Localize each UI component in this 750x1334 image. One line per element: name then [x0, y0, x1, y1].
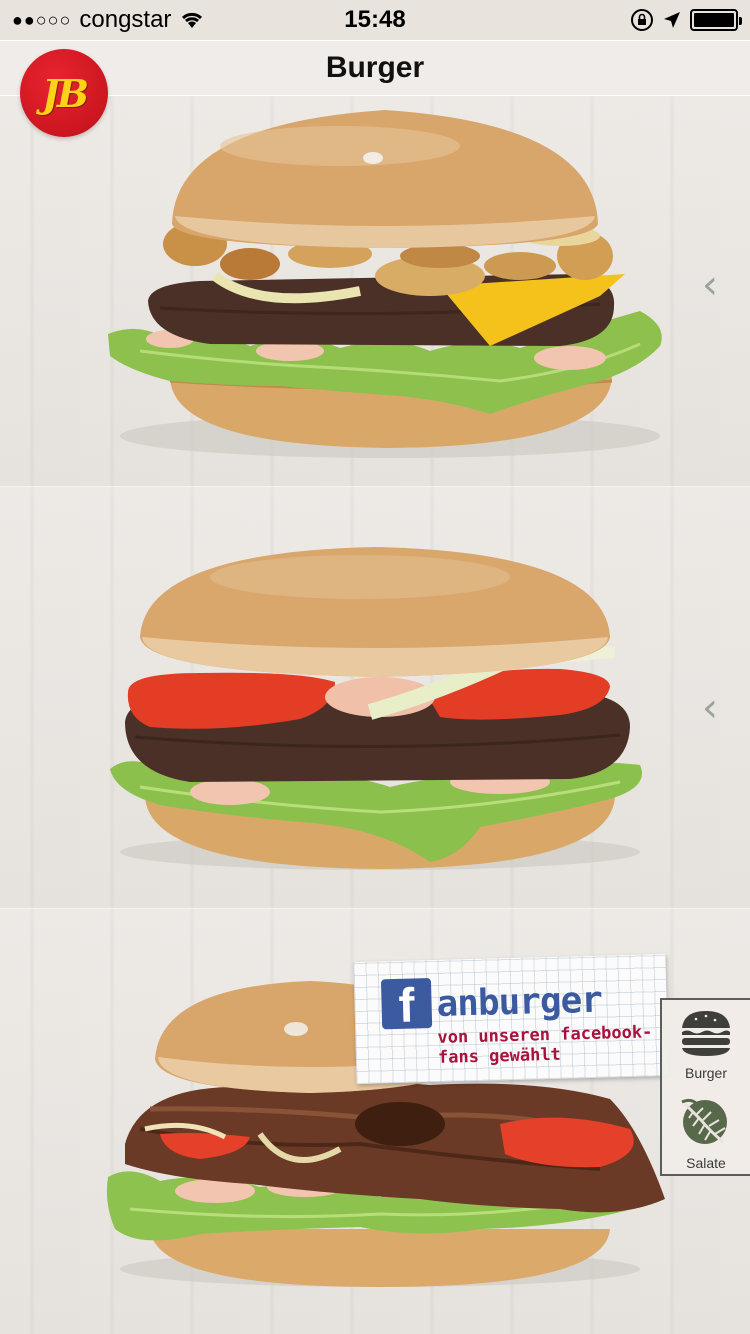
fanburger-subtitle: von unseren facebook-fans gewählt	[437, 1022, 653, 1068]
side-menu-label-burger: Burger	[684, 1065, 728, 1081]
salad-leaf-icon	[681, 1098, 727, 1144]
burger-panel-tomato[interactable]: ‹	[0, 486, 750, 908]
location-arrow-icon	[664, 12, 680, 28]
battery-icon	[690, 9, 742, 31]
swipe-left-chevron-icon[interactable]: ‹	[702, 265, 722, 305]
page-title: Burger	[325, 51, 425, 84]
category-side-menu: Burger Salate	[660, 998, 750, 1176]
orientation-lock-icon	[631, 9, 653, 31]
carrier-name: congstar	[79, 6, 172, 33]
fanburger-label[interactable]: f anburger von unseren facebook-fans gew…	[353, 953, 669, 1085]
burger-icon	[682, 1011, 730, 1056]
navigation-bar: Burger	[0, 40, 750, 96]
side-menu-item-salate[interactable]: Salate	[662, 1096, 750, 1171]
burger-panel-mushroom[interactable]: ‹	[0, 96, 750, 486]
status-bar: ●●○○○ congstar 15:48	[0, 0, 750, 40]
status-right	[630, 8, 742, 32]
tomato-burger-image	[110, 547, 642, 870]
logo-text: JB	[41, 70, 89, 116]
jb-logo[interactable]: JB	[20, 49, 108, 137]
fanburger-title: anburger	[436, 979, 603, 1025]
mushroom-cheese-burger-image	[108, 110, 662, 458]
side-menu-label-salate: Salate	[686, 1155, 726, 1171]
side-menu-item-burger[interactable]: Burger	[662, 1008, 750, 1081]
wifi-icon	[182, 12, 203, 28]
status-left: ●●○○○ congstar	[12, 6, 205, 34]
facebook-icon: f	[380, 978, 433, 1033]
signal-strength-icon: ●●○○○	[12, 9, 72, 30]
swipe-left-chevron-icon[interactable]: ‹	[702, 688, 722, 728]
